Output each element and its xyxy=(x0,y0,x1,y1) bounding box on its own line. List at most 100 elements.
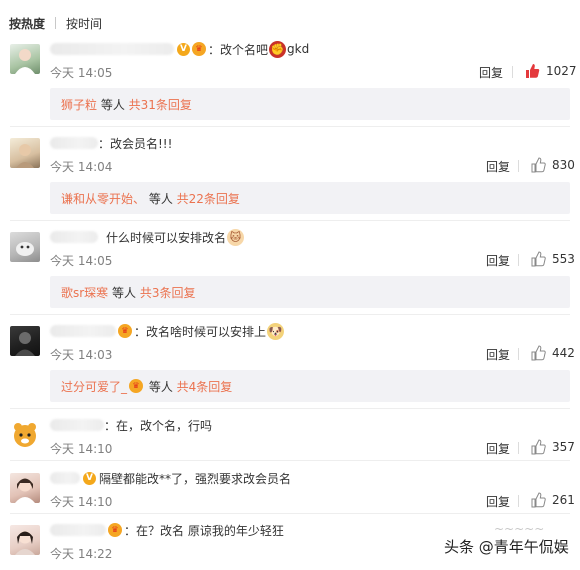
refuel-emoji-icon: ✊ xyxy=(269,40,287,58)
username-blurred[interactable] xyxy=(50,524,106,536)
sort-tabs: 按热度 按时间 xyxy=(9,14,102,32)
like-count: 261 xyxy=(552,493,575,507)
divider xyxy=(10,220,570,221)
sub-replies-box[interactable]: 狮子粒 等人 共31条回复 xyxy=(50,88,570,120)
tab-sort-time[interactable]: 按时间 xyxy=(66,15,102,32)
comment-item: ：改会员名!!! 今天 14:04 回复 830 谦和从零开始、 等人 共22条… xyxy=(0,134,580,214)
sub-reply-user[interactable]: 狮子粒 xyxy=(61,96,97,113)
avatar[interactable] xyxy=(10,138,40,168)
divider xyxy=(10,408,570,409)
sub-replies-box[interactable]: 谦和从零开始、 等人 共22条回复 xyxy=(50,182,570,214)
comment-time: 今天 14:04 xyxy=(50,160,113,174)
comment-line: ♛ ：改名啥时候可以安排上 🐶 xyxy=(50,322,285,340)
comment-text: ：改会员名!!! xyxy=(98,136,173,151)
username-blurred[interactable] xyxy=(50,419,104,431)
thumbs-up-icon xyxy=(531,439,546,455)
member-badge-icon: ♛ xyxy=(129,379,144,393)
sub-reply-count[interactable]: 共31条回复 xyxy=(129,96,192,113)
divider xyxy=(10,513,570,514)
thumbs-up-icon xyxy=(531,251,546,267)
member-badge-icon: ♛ xyxy=(118,324,132,338)
sub-reply-count[interactable]: 共3条回复 xyxy=(140,284,196,301)
like-button[interactable]: 442 xyxy=(530,345,575,361)
sub-replies-box[interactable]: 过分可爱了_ ♛ 等人 共4条回复 xyxy=(50,370,570,402)
source-watermark: 头条 @青年午侃娱 xyxy=(444,538,569,556)
divider xyxy=(10,126,570,127)
username-blurred[interactable] xyxy=(50,137,98,149)
reply-button[interactable]: 回复 xyxy=(486,346,510,363)
sub-reply-count[interactable]: 共4条回复 xyxy=(177,378,233,395)
username-blurred[interactable] xyxy=(50,231,98,243)
comment-line: ：改会员名!!! xyxy=(50,134,172,152)
like-divider xyxy=(518,254,519,266)
reply-button[interactable]: 回复 xyxy=(486,252,510,269)
thumbs-up-icon xyxy=(531,492,546,508)
like-divider xyxy=(518,348,519,360)
comment-item: V ♛ ：改个名吧 ✊ gkd 今天 14:05 回复 1027 狮子粒 等人 … xyxy=(0,40,580,120)
cat-emoji-icon: 🐱 xyxy=(227,228,245,246)
like-button[interactable]: 553 xyxy=(530,251,575,267)
like-count: 357 xyxy=(552,440,575,454)
comment-item: ：在，改个名，行吗 今天 14:10 回复 357 xyxy=(0,416,580,460)
like-button[interactable]: 261 xyxy=(530,492,575,508)
like-button[interactable]: 357 xyxy=(530,439,575,455)
comment-text: ：在？改名 原谅我的年少轻狂 xyxy=(124,523,284,538)
avatar[interactable] xyxy=(10,232,40,262)
thumbs-up-icon xyxy=(526,64,540,78)
like-divider xyxy=(518,160,519,172)
thumbs-up-icon xyxy=(531,345,546,361)
sub-replies-box[interactable]: 歌sr琛寒 等人 共3条回复 xyxy=(50,276,570,308)
sub-reply-count[interactable]: 共22条回复 xyxy=(177,190,240,207)
comment-item: ♛ ：改名啥时候可以安排上 🐶 今天 14:03 回复 442 过分可爱了_ ♛… xyxy=(0,322,580,402)
avatar[interactable] xyxy=(10,44,40,74)
comment-time: 今天 14:10 xyxy=(50,495,113,509)
comment-item: V 隔壁都能改**了，强烈要求改会员名 今天 14:10 回复 261 xyxy=(0,469,580,513)
username-blurred[interactable] xyxy=(50,43,174,55)
member-badge-icon: ♛ xyxy=(192,42,206,56)
comment-text: ：改名啥时候可以安排上 xyxy=(134,324,267,339)
sub-reply-text: 等人 xyxy=(145,379,177,394)
avatar[interactable] xyxy=(10,420,40,450)
divider xyxy=(10,460,570,461)
like-button[interactable]: 830 xyxy=(530,157,575,173)
sub-reply-text: 等人 xyxy=(97,97,129,112)
reply-button[interactable]: 回复 xyxy=(479,64,503,81)
like-count: 442 xyxy=(552,346,575,360)
vip-icon: V xyxy=(83,471,96,485)
member-badge-icon: ♛ xyxy=(108,523,122,537)
comment-text: 隔壁都能改**了，强烈要求改会员名 xyxy=(99,471,292,486)
like-divider xyxy=(512,66,513,78)
divider xyxy=(10,314,570,315)
comment-text: ：在，改个名，行吗 xyxy=(104,418,213,433)
doge-emoji-icon: 🐶 xyxy=(267,322,285,340)
sub-reply-user[interactable]: 谦和从零开始、 xyxy=(61,190,145,207)
tab-divider xyxy=(55,17,57,29)
username-blurred[interactable] xyxy=(50,472,80,484)
like-divider xyxy=(518,495,519,507)
like-divider xyxy=(518,442,519,454)
avatar[interactable] xyxy=(10,473,40,503)
thumbs-up-icon xyxy=(531,157,546,173)
like-button[interactable]: 1027 xyxy=(524,63,577,79)
comment-line: 什么时候可以安排改名 🐱 xyxy=(50,228,245,246)
reply-button[interactable]: 回复 xyxy=(486,158,510,175)
sub-reply-user[interactable]: 过分可爱了_ xyxy=(61,378,127,395)
comment-text: ：改个名吧 xyxy=(208,42,269,57)
sub-reply-text: 等人 xyxy=(145,191,177,206)
comment-time: 今天 14:10 xyxy=(50,442,113,456)
tab-sort-hot[interactable]: 按热度 xyxy=(9,15,45,32)
like-count: 830 xyxy=(552,158,575,172)
like-count: 1027 xyxy=(546,64,577,78)
avatar[interactable] xyxy=(10,326,40,356)
sub-reply-user[interactable]: 歌sr琛寒 xyxy=(61,284,108,301)
comment-text: 什么时候可以安排改名 xyxy=(106,230,227,245)
comment-line: V 隔壁都能改**了，强烈要求改会员名 xyxy=(50,469,291,487)
reply-button[interactable]: 回复 xyxy=(486,440,510,457)
comment-line: ♛ ：在？改名 原谅我的年少轻狂 xyxy=(50,521,284,539)
comment-time: 今天 14:22 xyxy=(50,547,113,561)
like-count: 553 xyxy=(552,252,575,266)
avatar[interactable] xyxy=(10,525,40,555)
username-blurred[interactable] xyxy=(50,325,116,337)
comment-time: 今天 14:03 xyxy=(50,348,113,362)
reply-button[interactable]: 回复 xyxy=(486,493,510,510)
